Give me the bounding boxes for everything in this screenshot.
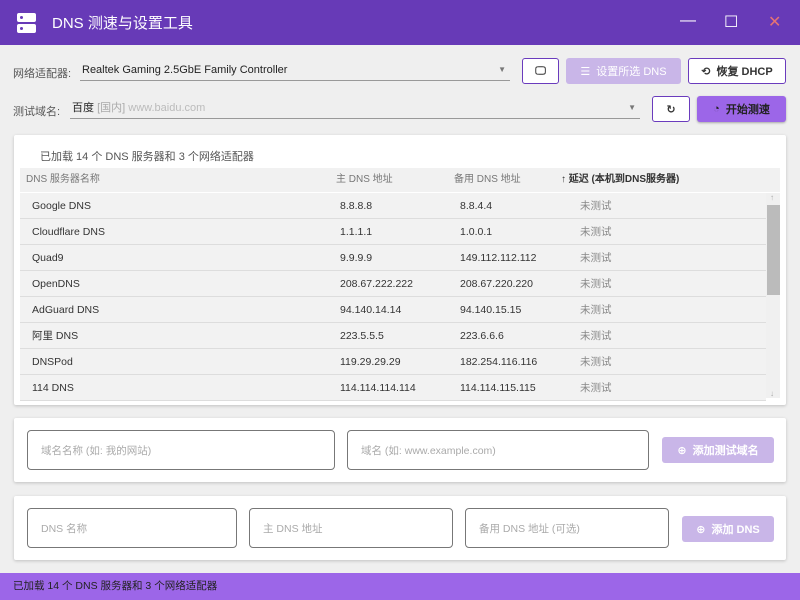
plus-circle-icon: ⊕ bbox=[677, 444, 686, 457]
cell-primary: 1.1.1.1 bbox=[340, 219, 372, 245]
cell-latency: 未测试 bbox=[580, 375, 612, 401]
cell-secondary: 223.6.6.6 bbox=[460, 323, 504, 349]
table-row[interactable]: 阿里 DNS 223.5.5.5 223.6.6.6 未测试 bbox=[20, 323, 766, 349]
cell-name: Quad9 bbox=[32, 245, 64, 271]
cell-latency: 未测试 bbox=[580, 245, 612, 271]
col-secondary[interactable]: 备用 DNS 地址 bbox=[454, 168, 521, 192]
dns-name-input[interactable]: DNS 名称 bbox=[27, 508, 237, 548]
set-dns-label: 设置所选 DNS bbox=[596, 63, 666, 79]
cell-latency: 未测试 bbox=[580, 219, 612, 245]
adapter-select[interactable]: Realtek Gaming 2.5GbE Family Controller … bbox=[80, 59, 510, 81]
chevron-down-icon: ▼ bbox=[628, 97, 636, 119]
restore-icon: ⟲ bbox=[701, 65, 710, 78]
domain-name: 百度 bbox=[72, 102, 94, 114]
domain-url: www.baidu.com bbox=[128, 102, 205, 114]
cell-secondary: 182.254.116.116 bbox=[460, 349, 537, 375]
add-dns-label: 添加 DNS bbox=[711, 521, 759, 537]
restore-dhcp-label: 恢复 DHCP bbox=[716, 63, 772, 79]
plus-circle-icon: ⊕ bbox=[696, 523, 705, 536]
table-scrollbar[interactable]: ↑ ↓ bbox=[766, 193, 780, 398]
adapter-label: 网络适配器: bbox=[13, 65, 71, 81]
table-header: DNS 服务器名称 主 DNS 地址 备用 DNS 地址 ↑ 延迟 (本机到DN… bbox=[20, 168, 780, 192]
cell-latency: 未测试 bbox=[580, 297, 612, 323]
cell-primary: 119.29.29.29 bbox=[340, 349, 401, 375]
cell-primary: 9.9.9.9 bbox=[340, 245, 372, 271]
speedometer-icon: ◔ bbox=[713, 103, 720, 115]
title-bar: DNS 测速与设置工具 — ☐ ✕ bbox=[0, 0, 800, 45]
cell-latency: 未测试 bbox=[580, 323, 612, 349]
cell-primary: 223.5.5.5 bbox=[340, 323, 384, 349]
col-name[interactable]: DNS 服务器名称 bbox=[26, 168, 100, 192]
add-dns-button[interactable]: ⊕ 添加 DNS bbox=[682, 516, 774, 542]
table-row[interactable]: Quad9 9.9.9.9 149.112.112.112 未测试 bbox=[20, 245, 766, 271]
server-icon: ☰ bbox=[580, 65, 590, 78]
add-domain-button[interactable]: ⊕ 添加测试域名 bbox=[662, 437, 774, 463]
adapter-info-button[interactable]: 🖵 bbox=[522, 58, 559, 84]
cell-secondary: 94.140.15.15 bbox=[460, 297, 521, 323]
cell-name: Google DNS bbox=[32, 193, 91, 219]
table-summary: 已加载 14 个 DNS 服务器和 3 个网络适配器 bbox=[40, 148, 254, 164]
cell-latency: 未测试 bbox=[580, 193, 612, 219]
table-row[interactable]: AdGuard DNS 94.140.14.14 94.140.15.15 未测试 bbox=[20, 297, 766, 323]
close-button[interactable]: ✕ bbox=[768, 12, 781, 32]
domain-url-input[interactable]: 域名 (如: www.example.com) bbox=[347, 430, 649, 470]
domain-name-input[interactable]: 域名名称 (如: 我的网站) bbox=[27, 430, 335, 470]
cell-name: Cloudflare DNS bbox=[32, 219, 105, 245]
restore-dhcp-button[interactable]: ⟲ 恢复 DHCP bbox=[688, 58, 786, 84]
refresh-icon: ↻ bbox=[666, 103, 675, 116]
window-title: DNS 测速与设置工具 bbox=[52, 12, 193, 33]
scrollbar-thumb[interactable] bbox=[767, 205, 780, 295]
refresh-button[interactable]: ↻ bbox=[652, 96, 690, 122]
secondary-dns-input[interactable]: 备用 DNS 地址 (可选) bbox=[465, 508, 669, 548]
cell-secondary: 1.0.0.1 bbox=[460, 219, 492, 245]
cell-name: OpenDNS bbox=[32, 271, 80, 297]
start-test-button[interactable]: ◔ 开始测速 bbox=[697, 96, 786, 122]
cell-name: DNSPod bbox=[32, 349, 73, 375]
cell-primary: 114.114.114.114 bbox=[340, 375, 416, 401]
cell-primary: 94.140.14.14 bbox=[340, 297, 401, 323]
table-row[interactable]: DNSPod 119.29.29.29 182.254.116.116 未测试 bbox=[20, 349, 766, 375]
cell-name: 阿里 DNS bbox=[32, 323, 78, 349]
cell-secondary: 114.114.115.115 bbox=[460, 375, 536, 401]
col-latency[interactable]: ↑ 延迟 (本机到DNS服务器) bbox=[561, 168, 679, 192]
cell-latency: 未测试 bbox=[580, 271, 612, 297]
set-dns-button[interactable]: ☰ 设置所选 DNS bbox=[566, 58, 681, 84]
cell-primary: 8.8.8.8 bbox=[340, 193, 372, 219]
domain-tag: [国内] bbox=[97, 102, 125, 114]
scroll-up-icon[interactable]: ↑ bbox=[770, 193, 774, 202]
scroll-down-icon[interactable]: ↓ bbox=[770, 389, 774, 398]
maximize-button[interactable]: ☐ bbox=[724, 12, 738, 32]
table-row[interactable]: 114 DNS 114.114.114.114 114.114.115.115 未测试 bbox=[20, 375, 766, 401]
table-row[interactable]: OpenDNS 208.67.222.222 208.67.220.220 未测试 bbox=[20, 271, 766, 297]
status-bar: 已加载 14 个 DNS 服务器和 3 个网络适配器 bbox=[0, 573, 800, 600]
adapter-value: Realtek Gaming 2.5GbE Family Controller bbox=[82, 64, 287, 76]
monitor-icon: 🖵 bbox=[535, 65, 546, 78]
start-test-label: 开始测速 bbox=[726, 101, 770, 117]
domain-label: 测试域名: bbox=[13, 103, 60, 119]
minimize-button[interactable]: — bbox=[680, 12, 696, 30]
cell-secondary: 208.67.220.220 bbox=[460, 271, 533, 297]
cell-primary: 208.67.222.222 bbox=[340, 271, 413, 297]
cell-secondary: 8.8.4.4 bbox=[460, 193, 492, 219]
cell-name: 114 DNS bbox=[32, 375, 74, 401]
table-row[interactable]: Cloudflare DNS 1.1.1.1 1.0.0.1 未测试 bbox=[20, 219, 766, 245]
add-domain-label: 添加测试域名 bbox=[693, 442, 759, 458]
server-icon bbox=[17, 13, 36, 33]
chevron-down-icon: ▼ bbox=[498, 59, 506, 81]
cell-latency: 未测试 bbox=[580, 349, 612, 375]
cell-name: AdGuard DNS bbox=[32, 297, 99, 323]
col-primary[interactable]: 主 DNS 地址 bbox=[336, 168, 393, 192]
domain-select[interactable]: 百度 [国内] www.baidu.com ▼ bbox=[70, 97, 640, 119]
primary-dns-input[interactable]: 主 DNS 地址 bbox=[249, 508, 453, 548]
table-row[interactable]: Google DNS 8.8.8.8 8.8.4.4 未测试 bbox=[20, 193, 766, 219]
cell-secondary: 149.112.112.112 bbox=[460, 245, 537, 271]
